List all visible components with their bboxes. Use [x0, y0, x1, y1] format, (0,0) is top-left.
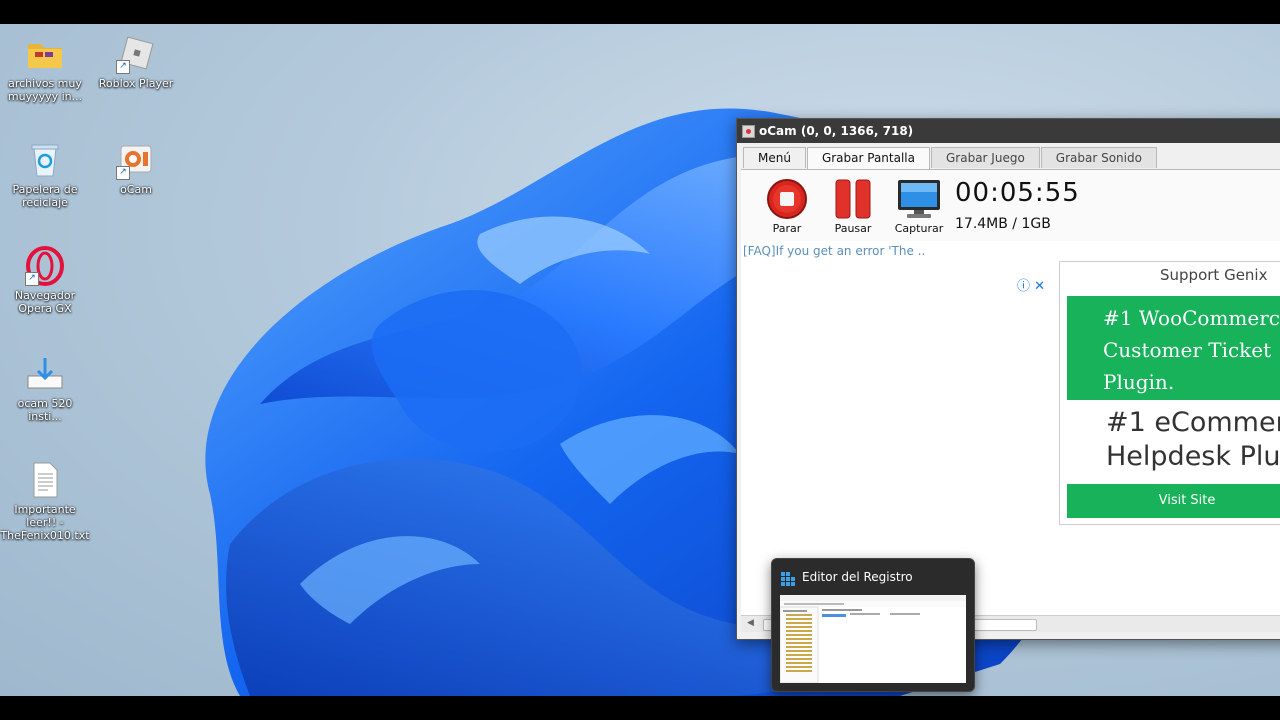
installer-icon [25, 354, 65, 394]
ad-tagline-line: #1 eCommerce [1106, 407, 1280, 438]
recording-timer: 00:05:55 [955, 178, 1080, 208]
ocam-icon: ↗ [116, 140, 156, 180]
scroll-left-icon[interactable]: ◀ [747, 618, 754, 628]
record-stop-icon [764, 178, 810, 220]
tab-grabar-sonido[interactable]: Grabar Sonido [1040, 147, 1157, 168]
ad-brand: Support Genix [1160, 266, 1268, 284]
ocam-app-icon [742, 125, 755, 138]
stop-button[interactable]: Parar [761, 178, 813, 235]
ocam-tab-bar: Menú Grabar Pantalla Grabar Juego Grabar… [743, 147, 1158, 170]
capture-button[interactable]: Capturar [893, 178, 945, 235]
desktop-icon-opera-gx[interactable]: ↗ Navegador Opera GX [0, 246, 90, 315]
desktop-icon-ocam-installer[interactable]: ocam 520 insti... [0, 354, 90, 423]
recycle-bin-icon [25, 140, 65, 180]
desktop-icon-label: Navegador Opera GX [14, 289, 76, 315]
ad-banner[interactable]: Support Genix #1 WooCommerce Customer Ti… [1059, 261, 1280, 525]
desktop-icon-label: ocam 520 insti... [17, 397, 73, 423]
desktop-icon-roblox[interactable]: ↗ Roblox Player [91, 34, 181, 90]
ad-headline-line: Plugin. [1103, 370, 1175, 394]
desktop-icon-label: archivos muy muyyyyy in... [7, 77, 83, 103]
faq-link[interactable]: [FAQ]If you get an error 'The .. [743, 244, 925, 258]
tab-grabar-juego[interactable]: Grabar Juego [931, 147, 1040, 168]
desktop-icon-text-file[interactable]: Importante leer!! - TheFenix010.txt [0, 460, 90, 542]
ad-headline-line: Customer Ticket [1103, 338, 1272, 362]
desktop-icon-label: Papelera de reciclaje [12, 183, 78, 209]
folder-icon [25, 34, 65, 74]
window-title: oCam (0, 0, 1366, 718) [759, 124, 914, 138]
ad-headline-line: #1 WooCommerce [1103, 306, 1280, 330]
ad-tagline-line: Helpdesk Plu [1106, 441, 1280, 472]
top-letterbox [0, 0, 1280, 24]
desktop-icon-label: Importante leer!! - TheFenix010.txt [0, 503, 90, 542]
taskbar-preview[interactable]: Editor del Registro [771, 558, 975, 692]
stop-label: Parar [772, 222, 802, 235]
visit-site-button[interactable]: Visit Site [1067, 484, 1280, 518]
ad-choices-close-icon[interactable]: ⓘ ✕ [1017, 275, 1045, 294]
tab-menu[interactable]: Menú [743, 147, 806, 168]
pause-button[interactable]: Pausar [827, 178, 879, 235]
desktop-icon-label: oCam [120, 183, 152, 196]
pause-icon [830, 178, 876, 220]
file-size: 17.4MB / 1GB [955, 216, 1051, 232]
shortcut-arrow-icon: ↗ [116, 60, 130, 74]
monitor-icon [896, 178, 942, 220]
pause-label: Pausar [834, 222, 872, 235]
capture-label: Capturar [894, 222, 944, 235]
registry-editor-icon [781, 571, 795, 586]
roblox-icon: ↗ [116, 34, 156, 74]
preview-title: Editor del Registro [802, 570, 913, 584]
desktop-icon-recycle-bin[interactable]: Papelera de reciclaje [0, 140, 90, 209]
opera-gx-icon: ↗ [25, 246, 65, 286]
ocam-toolbar: Parar Pausar Capturar 00:05:55 17.4MB / … [741, 169, 1280, 242]
bottom-letterbox [0, 696, 1280, 720]
desktop-icon-label: Roblox Player [98, 77, 174, 90]
shortcut-arrow-icon: ↗ [116, 166, 130, 180]
desktop-icon-folder[interactable]: archivos muy muyyyyy in... [0, 34, 90, 103]
ad-headline: #1 WooCommerce Customer Ticket Plugin. [1067, 296, 1280, 400]
ocam-titlebar[interactable]: oCam (0, 0, 1366, 718) [737, 119, 1280, 143]
preview-thumbnail[interactable] [780, 595, 966, 683]
desktop-icon-ocam[interactable]: ↗ oCam [91, 140, 181, 196]
tab-grabar-pantalla[interactable]: Grabar Pantalla [806, 147, 930, 170]
shortcut-arrow-icon: ↗ [25, 272, 39, 286]
desktop[interactable]: archivos muy muyyyyy in... ↗ Roblox Play… [0, 24, 1280, 696]
text-file-icon [25, 460, 65, 500]
ad-tagline: #1 eCommerce Helpdesk Plu [1106, 406, 1280, 474]
